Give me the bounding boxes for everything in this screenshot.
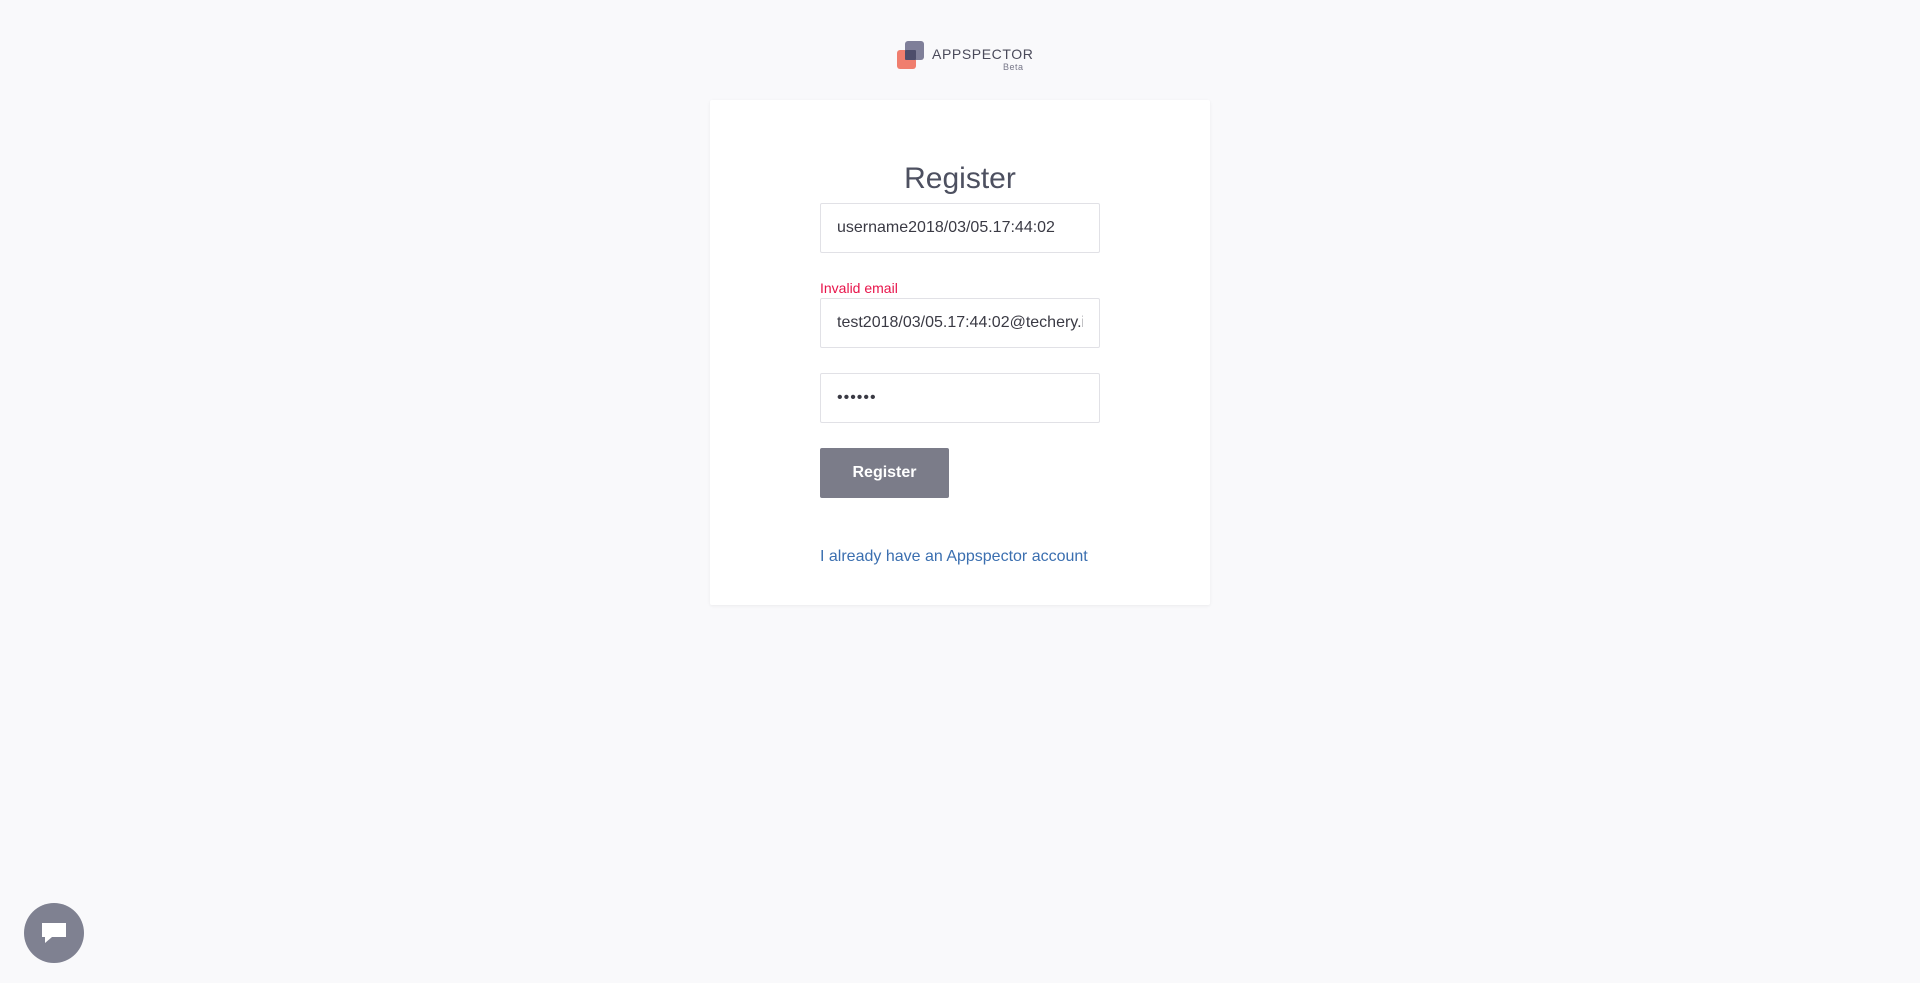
appspector-logo[interactable]: APPSPECTOR Beta <box>897 41 1033 72</box>
password-input[interactable] <box>820 373 1100 423</box>
email-input[interactable] <box>820 298 1100 348</box>
register-button[interactable]: Register <box>820 448 949 498</box>
register-card: Register Invalid email Register I alread… <box>710 100 1210 605</box>
chat-widget-button[interactable] <box>24 903 84 963</box>
login-link[interactable]: I already have an Appspector account <box>820 548 1088 566</box>
page-title: Register <box>904 162 1016 196</box>
logo-icon <box>897 41 925 71</box>
beta-badge: Beta <box>1003 62 1024 72</box>
email-error-message: Invalid email <box>820 280 898 296</box>
username-input[interactable] <box>820 203 1100 253</box>
register-page: APPSPECTOR Beta Register Invalid email R… <box>0 0 1920 983</box>
logo-name: APPSPECTOR <box>932 46 1034 62</box>
chat-bubble-icon <box>42 923 66 943</box>
